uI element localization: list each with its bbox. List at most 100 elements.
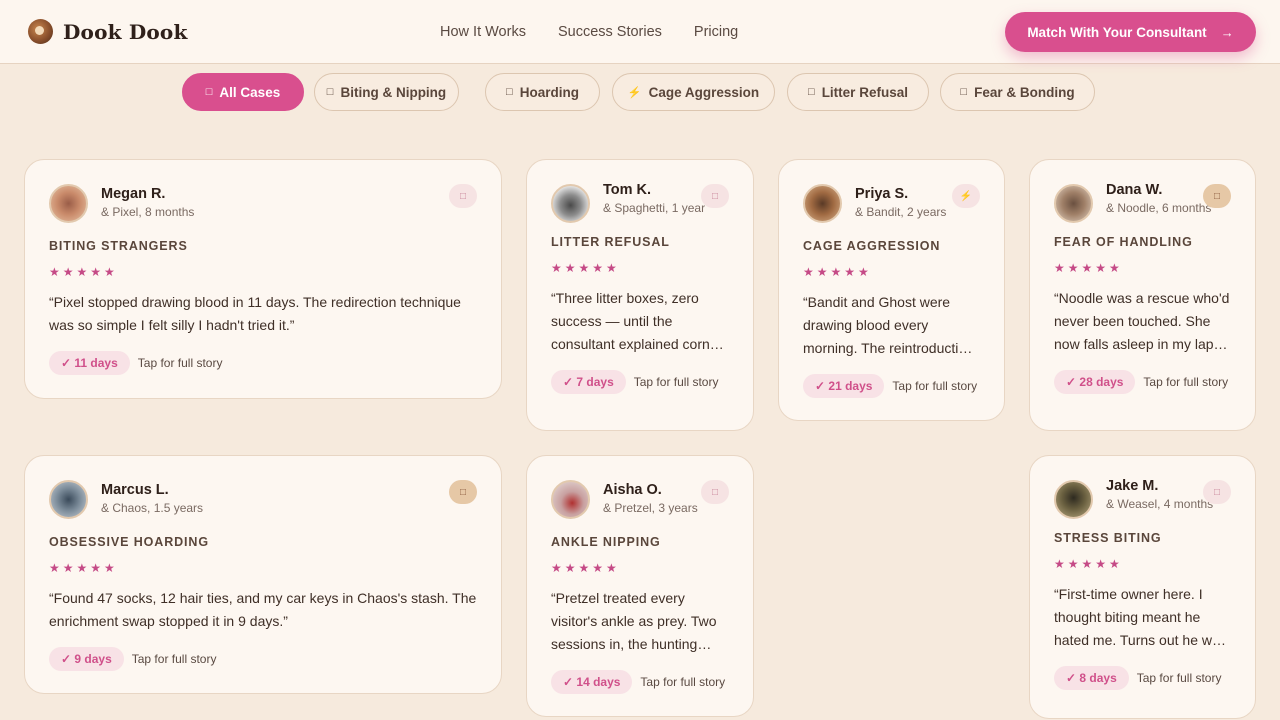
avatar xyxy=(49,184,88,223)
lightning-icon: ⚡ xyxy=(627,86,642,99)
testimonial-card[interactable]: Jake M. & Weasel, 4 months □ STRESS BITI… xyxy=(1029,455,1256,719)
brand-name: Dook Dook xyxy=(63,19,188,44)
issue-label: CAGE AGGRESSION xyxy=(803,239,941,253)
case-type-icon: □ xyxy=(701,184,729,208)
star-rating: ★★★★★ xyxy=(1054,261,1123,275)
issue-label: ANKLE NIPPING xyxy=(551,535,661,549)
filter-hoarding[interactable]: □ Hoarding xyxy=(485,73,600,111)
star-rating: ★★★★★ xyxy=(1054,557,1123,571)
filter-label: Litter Refusal xyxy=(821,84,908,100)
pet-info: & Pretzel, 3 years xyxy=(603,501,698,515)
issue-label: BITING STRANGERS xyxy=(49,239,188,253)
filter-label: Hoarding xyxy=(519,84,579,100)
case-type-icon: □ xyxy=(1203,480,1231,504)
star-rating: ★★★★★ xyxy=(803,265,872,279)
issue-label: FEAR OF HANDLING xyxy=(1054,235,1193,249)
testimonial-quote: “First-time owner here. I thought biting… xyxy=(1054,586,1227,648)
owner-name: Megan R. xyxy=(101,186,166,202)
cta-label: Match With Your Consultant xyxy=(1027,24,1207,40)
filter-all-cases[interactable]: □ All Cases xyxy=(182,73,304,111)
full-story-link[interactable]: Tap for full story xyxy=(132,652,217,666)
case-type-icon: □ xyxy=(449,480,477,504)
full-story-link[interactable]: Tap for full story xyxy=(634,375,719,389)
full-story-link[interactable]: Tap for full story xyxy=(640,675,725,689)
pet-info: & Bandit, 2 years xyxy=(855,205,947,219)
testimonial-quote: “Pixel stopped drawing blood in 11 days.… xyxy=(49,294,461,333)
category-icon: □ xyxy=(808,86,815,98)
star-rating: ★★★★★ xyxy=(551,561,620,575)
avatar xyxy=(49,480,88,519)
pet-info: & Pixel, 8 months xyxy=(101,205,195,219)
avatar xyxy=(1054,184,1093,223)
nav-pricing[interactable]: Pricing xyxy=(694,24,738,40)
ferret-logo-icon xyxy=(28,19,53,44)
category-icon: □ xyxy=(326,86,334,98)
star-rating: ★★★★★ xyxy=(49,561,118,575)
arrow-right-icon: → xyxy=(1220,24,1234,40)
testimonial-quote: “Noodle was a rescue who'd never been to… xyxy=(1054,290,1230,352)
testimonial-quote: “Found 47 socks, 12 hair ties, and my ca… xyxy=(49,590,477,629)
testimonial-card[interactable]: Megan R. & Pixel, 8 months □ BITING STRA… xyxy=(24,159,502,399)
case-filter-bar: □ All Cases □ Biting & Nipping □ Hoardin… xyxy=(0,73,1280,113)
duration-badge: ✓ 21 days xyxy=(803,374,885,398)
testimonial-quote: “Bandit and Ghost were drawing blood eve… xyxy=(803,294,974,356)
pet-info: & Spaghetti, 1 year xyxy=(603,201,706,215)
owner-name: Marcus L. xyxy=(101,482,169,498)
avatar xyxy=(1054,480,1093,519)
pet-info: & Weasel, 4 months xyxy=(1106,497,1214,511)
filter-label: Fear & Bonding xyxy=(974,84,1075,100)
case-type-icon: □ xyxy=(701,480,729,504)
nav-how-it-works[interactable]: How It Works xyxy=(440,24,526,40)
filter-litter-refusal[interactable]: □ Litter Refusal xyxy=(787,73,929,111)
duration-badge: ✓ 28 days xyxy=(1054,370,1136,394)
full-story-link[interactable]: Tap for full story xyxy=(138,356,223,370)
duration-badge: ✓ 14 days xyxy=(551,670,633,694)
testimonial-card[interactable]: Tom K. & Spaghetti, 1 year □ LITTER REFU… xyxy=(526,159,754,431)
duration-badge: ✓ 11 days xyxy=(49,351,130,375)
owner-name: Jake M. xyxy=(1106,478,1159,494)
star-rating: ★★★★★ xyxy=(551,261,620,275)
category-icon: □ xyxy=(960,86,968,98)
issue-label: STRESS BITING xyxy=(1054,531,1162,545)
owner-name: Aisha O. xyxy=(603,482,662,498)
owner-name: Tom K. xyxy=(603,182,652,198)
nav-success-stories[interactable]: Success Stories xyxy=(558,24,662,40)
filter-biting-nipping[interactable]: □ Biting & Nipping xyxy=(314,73,459,111)
full-story-link[interactable]: Tap for full story xyxy=(1137,671,1222,685)
avatar xyxy=(551,184,590,223)
duration-badge: ✓ 8 days xyxy=(1054,666,1129,690)
testimonial-card[interactable]: Aisha O. & Pretzel, 3 years □ ANKLE NIPP… xyxy=(526,455,754,717)
avatar xyxy=(803,184,842,223)
star-rating: ★★★★★ xyxy=(49,265,118,279)
testimonial-card[interactable]: Priya S. & Bandit, 2 years ⚡ CAGE AGGRES… xyxy=(778,159,1005,421)
category-icon: □ xyxy=(506,86,513,98)
testimonial-card[interactable]: Marcus L. & Chaos, 1.5 years □ OBSESSIVE… xyxy=(24,455,502,694)
site-header: Dook Dook How It Works Success Stories P… xyxy=(0,0,1280,64)
testimonial-card[interactable]: Dana W. & Noodle, 6 months □ FEAR OF HAN… xyxy=(1029,159,1256,431)
issue-label: LITTER REFUSAL xyxy=(551,235,670,249)
testimonial-quote: “Three litter boxes, zero success — unti… xyxy=(551,290,723,352)
full-story-link[interactable]: Tap for full story xyxy=(1143,375,1228,389)
brand-logo[interactable]: Dook Dook xyxy=(28,19,188,44)
match-consultant-button[interactable]: Match With Your Consultant → xyxy=(1005,12,1256,52)
filter-fear-bonding[interactable]: □ Fear & Bonding xyxy=(940,73,1095,111)
full-story-link[interactable]: Tap for full story xyxy=(892,379,977,393)
duration-badge: ✓ 7 days xyxy=(551,370,626,394)
filter-cage-aggression[interactable]: ⚡ Cage Aggression xyxy=(612,73,775,111)
filter-label: Cage Aggression xyxy=(648,84,760,100)
testimonial-quote: “Pretzel treated every visitor's ankle a… xyxy=(551,590,717,652)
owner-name: Dana W. xyxy=(1106,182,1163,198)
avatar xyxy=(551,480,590,519)
case-type-icon: □ xyxy=(449,184,477,208)
pet-info: & Chaos, 1.5 years xyxy=(101,501,204,515)
issue-label: OBSESSIVE HOARDING xyxy=(49,535,209,549)
duration-badge: ✓ 9 days xyxy=(49,647,124,671)
category-icon: □ xyxy=(205,86,213,98)
owner-name: Priya S. xyxy=(855,186,909,202)
main-nav: How It Works Success Stories Pricing xyxy=(440,0,738,64)
filter-label: Biting & Nipping xyxy=(340,84,447,100)
filter-label: All Cases xyxy=(219,84,281,100)
case-type-icon: □ xyxy=(1203,184,1231,208)
pet-info: & Noodle, 6 months xyxy=(1106,201,1212,215)
lightning-icon: ⚡ xyxy=(952,184,980,208)
